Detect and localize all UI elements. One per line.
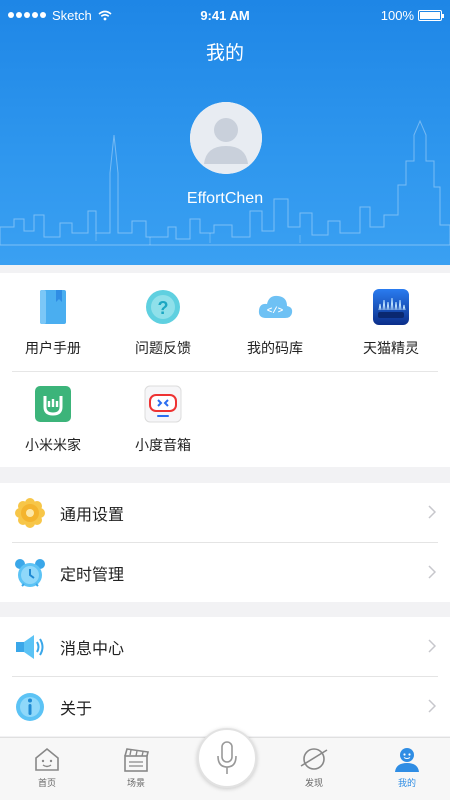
chevron-right-icon bbox=[428, 505, 436, 519]
xiaodu-icon bbox=[144, 385, 182, 423]
book-icon bbox=[40, 290, 66, 324]
grid-item-label: 我的码库 bbox=[247, 340, 303, 356]
code-cloud-icon: </> bbox=[258, 295, 293, 318]
settings-icon bbox=[15, 497, 45, 528]
page-title: 我的 bbox=[205, 43, 244, 64]
tmall-genie-icon bbox=[373, 289, 409, 325]
tab-label: 发现 bbox=[304, 778, 323, 788]
grid-item-label: 小米米家 bbox=[25, 437, 81, 453]
battery-icon bbox=[418, 9, 444, 21]
chevron-right-icon bbox=[428, 565, 436, 579]
grid-item-label: 问题反馈 bbox=[135, 340, 191, 356]
menu-item-timer-management[interactable]: 定时管理 bbox=[0, 543, 450, 602]
info-icon bbox=[16, 692, 44, 721]
chevron-right-icon bbox=[428, 699, 436, 713]
grid-item-user-manual[interactable]: 用户手册 bbox=[3, 288, 103, 358]
grid-item-mijia[interactable]: 小米米家 bbox=[3, 385, 103, 455]
microphone-icon bbox=[217, 741, 237, 774]
tab-mine[interactable]: 我的 bbox=[367, 744, 447, 789]
menu-item-label: 定时管理 bbox=[60, 566, 125, 584]
menu-item-label: 通用设置 bbox=[60, 506, 125, 524]
tab-label: 我的 bbox=[397, 778, 416, 788]
grid-item-feedback[interactable]: ? 问题反馈 bbox=[113, 288, 213, 358]
grid-item-tmall-genie[interactable]: 天猫精灵 bbox=[341, 288, 441, 358]
profile-header: Sketch 9:41 AM 100% 我的 EffortChen bbox=[0, 0, 450, 265]
clapperboard-icon bbox=[124, 748, 149, 772]
mijia-icon bbox=[35, 386, 71, 422]
tab-home[interactable]: 首页 bbox=[7, 744, 87, 789]
username[interactable]: EffortChen bbox=[0, 190, 450, 208]
menu-item-label: 关于 bbox=[60, 700, 93, 718]
tab-label: 场景 bbox=[126, 778, 145, 788]
svg-text:</>: </> bbox=[267, 306, 283, 316]
avatar[interactable] bbox=[190, 102, 262, 174]
default-avatar-icon bbox=[190, 102, 262, 174]
alarm-clock-icon bbox=[15, 558, 45, 587]
tab-scene[interactable]: 场景 bbox=[96, 744, 176, 789]
status-time: 9:41 AM bbox=[200, 7, 250, 23]
grid-item-code-library[interactable]: </> 我的码库 bbox=[225, 288, 325, 358]
status-bar: Sketch 9:41 AM 100% bbox=[8, 6, 444, 24]
voice-button[interactable] bbox=[197, 728, 257, 788]
grid-item-xiaodu[interactable]: 小度音箱 bbox=[113, 385, 213, 455]
grid-item-label: 用户手册 bbox=[25, 340, 81, 356]
planet-icon bbox=[300, 748, 328, 770]
menu-item-general-settings[interactable]: 通用设置 bbox=[0, 483, 450, 542]
tab-label: 首页 bbox=[37, 778, 56, 788]
tab-discover[interactable]: 发现 bbox=[274, 744, 354, 789]
menu-item-label: 消息中心 bbox=[60, 640, 125, 658]
chevron-right-icon bbox=[428, 639, 436, 653]
speaker-icon bbox=[16, 634, 44, 659]
user-icon bbox=[395, 748, 419, 772]
svg-text:?: ? bbox=[158, 298, 169, 318]
settings-group-1: 通用设置 定时管理 bbox=[0, 483, 450, 602]
home-icon bbox=[35, 747, 59, 771]
menu-item-message-center[interactable]: 消息中心 bbox=[0, 617, 450, 676]
grid-divider bbox=[12, 371, 438, 372]
service-grid: 用户手册 ? 问题反馈 </> 我的码库 天猫精灵 小米米家 小度音箱 bbox=[0, 273, 450, 467]
settings-group-2: 消息中心 关于 bbox=[0, 617, 450, 736]
question-icon: ? bbox=[146, 290, 180, 324]
grid-item-label: 小度音箱 bbox=[135, 437, 191, 453]
grid-item-label: 天猫精灵 bbox=[363, 340, 419, 356]
